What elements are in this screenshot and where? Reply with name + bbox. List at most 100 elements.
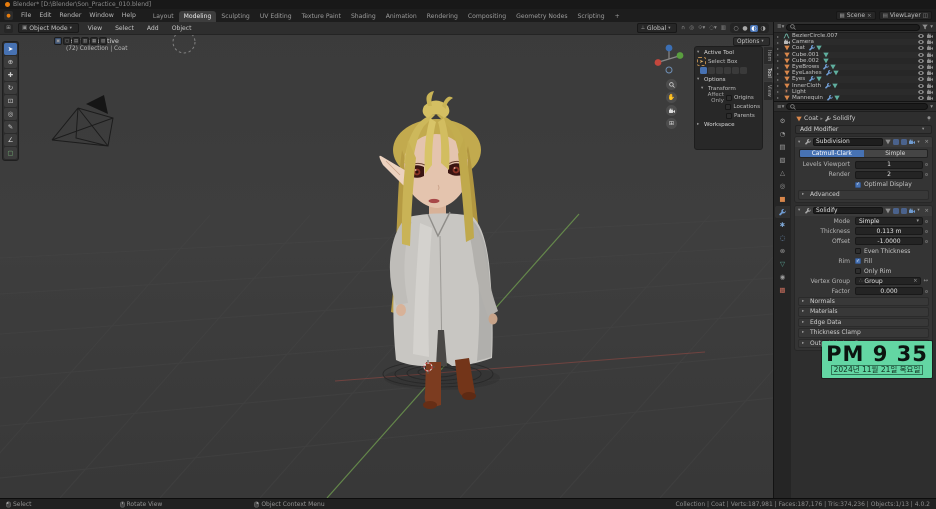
animate-dot-icon[interactable] xyxy=(925,230,928,233)
shading-material-icon[interactable]: ◐ xyxy=(750,25,758,32)
camera-visibility-icon[interactable] xyxy=(927,89,933,95)
chevron-down-icon[interactable]: ▾ xyxy=(930,104,933,110)
offset-field[interactable]: -1.0000 xyxy=(855,237,923,245)
camera-wireframe[interactable] xyxy=(52,95,113,146)
eye-icon[interactable] xyxy=(918,45,924,51)
menu-object[interactable]: Object xyxy=(168,25,196,32)
invert-vertex-group-icon[interactable]: ↔ xyxy=(923,278,928,284)
camera-visibility-icon[interactable] xyxy=(927,52,933,58)
tool-measure[interactable]: ∠ xyxy=(4,134,17,146)
tab-material-icon[interactable]: ◉ xyxy=(775,271,790,283)
quick-icon-5[interactable]: ▦ xyxy=(90,37,98,45)
factor-slider[interactable]: 0.000 xyxy=(855,287,923,295)
proportional-editing-icon[interactable]: ◎ xyxy=(689,25,694,31)
viewport-canvas[interactable] xyxy=(0,22,773,498)
modifier-name-field[interactable]: Solidify xyxy=(813,207,883,215)
filter-icon[interactable] xyxy=(922,24,928,30)
tab-view-layer-icon[interactable]: ▧ xyxy=(775,154,790,166)
tab-physics-icon[interactable]: ◌ xyxy=(775,232,790,244)
catmull-clark-button[interactable]: Catmull-Clark xyxy=(800,150,864,157)
tool-select-box[interactable]: ➤ xyxy=(4,43,17,55)
properties-search-input[interactable] xyxy=(786,103,928,110)
editmode-toggle-icon[interactable] xyxy=(893,208,899,214)
shading-solid-icon[interactable]: ● xyxy=(741,25,749,32)
3d-viewport[interactable]: ⊞ ▣ Object Mode ▾ View Select Add Object… xyxy=(0,22,773,498)
camera-visibility-icon[interactable] xyxy=(927,64,933,70)
tool-option-4[interactable] xyxy=(724,67,731,74)
menu-edit[interactable]: Edit xyxy=(35,12,55,19)
tab-geometry-nodes[interactable]: Geometry Nodes xyxy=(511,11,572,22)
tab-uv-editing[interactable]: UV Editing xyxy=(255,11,297,22)
parents-checkbox[interactable] xyxy=(726,113,732,119)
extras-menu-icon[interactable]: ▾ xyxy=(917,140,922,145)
tool-annotate[interactable]: ✎ xyxy=(4,121,17,133)
properties-editor-icon[interactable]: ≡▾ xyxy=(777,104,784,110)
options-header[interactable]: ▾Options xyxy=(697,75,760,84)
overlays-icon[interactable]: ◌▾ xyxy=(709,25,717,31)
tool-option-6[interactable] xyxy=(740,67,747,74)
quick-icon-6[interactable]: ▧ xyxy=(99,37,107,45)
quick-icon-1[interactable]: ▣ xyxy=(54,37,62,45)
only-rim-checkbox[interactable] xyxy=(855,268,861,274)
tool-option-5[interactable] xyxy=(732,67,739,74)
tab-compositing[interactable]: Compositing xyxy=(463,11,511,22)
camera-visibility-icon[interactable] xyxy=(927,76,933,82)
eye-icon[interactable] xyxy=(918,58,924,64)
thickness-field[interactable]: 0.113 m xyxy=(855,227,923,235)
tool-cursor[interactable]: ⊕ xyxy=(4,56,17,68)
eye-icon[interactable] xyxy=(918,64,924,70)
tool-scale[interactable]: ⊡ xyxy=(4,95,17,107)
optimal-display-checkbox[interactable]: ✓ xyxy=(855,182,861,188)
tab-texture-icon[interactable]: ▩ xyxy=(775,284,790,296)
menu-help[interactable]: Help xyxy=(118,12,140,19)
breadcrumb-modifier[interactable]: Solidify xyxy=(833,115,856,122)
tool-add-primitive[interactable]: ▢ xyxy=(4,147,17,159)
shading-wireframe-icon[interactable]: ○ xyxy=(732,25,740,32)
on-cage-icon[interactable] xyxy=(885,208,891,214)
tool-move[interactable]: ✚ xyxy=(4,69,17,81)
tab-scene-icon[interactable]: △ xyxy=(775,167,790,179)
camera-visibility-icon[interactable] xyxy=(927,83,933,89)
tab-rendering[interactable]: Rendering xyxy=(422,11,463,22)
tab-item[interactable]: Item xyxy=(764,47,773,64)
menu-view[interactable]: View xyxy=(84,25,106,32)
active-tool-header[interactable]: ▾Active Tool xyxy=(697,48,760,57)
tool-transform[interactable]: ◎ xyxy=(4,108,17,120)
mode-selector[interactable]: ▣ Object Mode ▾ xyxy=(18,23,79,33)
eye-icon[interactable] xyxy=(918,83,924,89)
tab-object-icon[interactable]: ■ xyxy=(775,193,790,205)
menu-add[interactable]: Add xyxy=(143,25,163,32)
blender-menu-icon[interactable]: ● xyxy=(4,11,13,20)
menu-window[interactable]: Window xyxy=(85,12,117,19)
perspective-toggle-icon[interactable]: ⊞ xyxy=(666,118,677,129)
on-cage-icon[interactable] xyxy=(885,139,891,145)
camera-visibility-icon[interactable] xyxy=(927,70,933,76)
animate-dot-icon[interactable] xyxy=(925,240,928,243)
menu-select[interactable]: Select xyxy=(111,25,138,32)
render-toggle-icon[interactable] xyxy=(909,208,915,214)
eye-icon[interactable] xyxy=(918,70,924,76)
materials-section[interactable]: ▸Materials xyxy=(798,307,929,317)
add-modifier-button[interactable]: Add Modifier ▾ xyxy=(795,125,932,134)
extras-menu-icon[interactable]: ▾ xyxy=(917,208,922,213)
tab-object-data-icon[interactable]: ▽ xyxy=(775,258,790,270)
simple-button[interactable]: Simple xyxy=(864,150,928,157)
tab-tool-icon[interactable]: ⚙ xyxy=(775,115,790,127)
tab-constraints-icon[interactable]: ⊗ xyxy=(775,245,790,257)
subdivision-header[interactable]: ▾ Subdivision ▾ × xyxy=(795,137,932,147)
editor-type-icon[interactable]: ⊞ xyxy=(4,24,13,33)
edge-data-section[interactable]: ▸Edge Data xyxy=(798,318,929,328)
clear-icon[interactable]: × xyxy=(913,278,917,284)
options-button[interactable]: Options ▾ xyxy=(733,37,770,46)
realtime-toggle-icon[interactable] xyxy=(901,139,907,145)
gizmos-icon[interactable]: ⟐▾ xyxy=(698,25,705,32)
tab-sculpting[interactable]: Sculpting xyxy=(216,11,254,22)
quick-icon-4[interactable]: ▥ xyxy=(81,37,89,45)
affect-only-parents[interactable]: Parents xyxy=(697,111,760,120)
tab-animation[interactable]: Animation xyxy=(381,11,422,22)
tab-modeling[interactable]: Modeling xyxy=(179,11,217,22)
locations-checkbox[interactable] xyxy=(725,104,731,110)
thickness-clamp-section[interactable]: ▸Thickness Clamp xyxy=(798,328,929,338)
eye-icon[interactable] xyxy=(918,39,924,45)
tool-option-1[interactable] xyxy=(700,67,707,74)
